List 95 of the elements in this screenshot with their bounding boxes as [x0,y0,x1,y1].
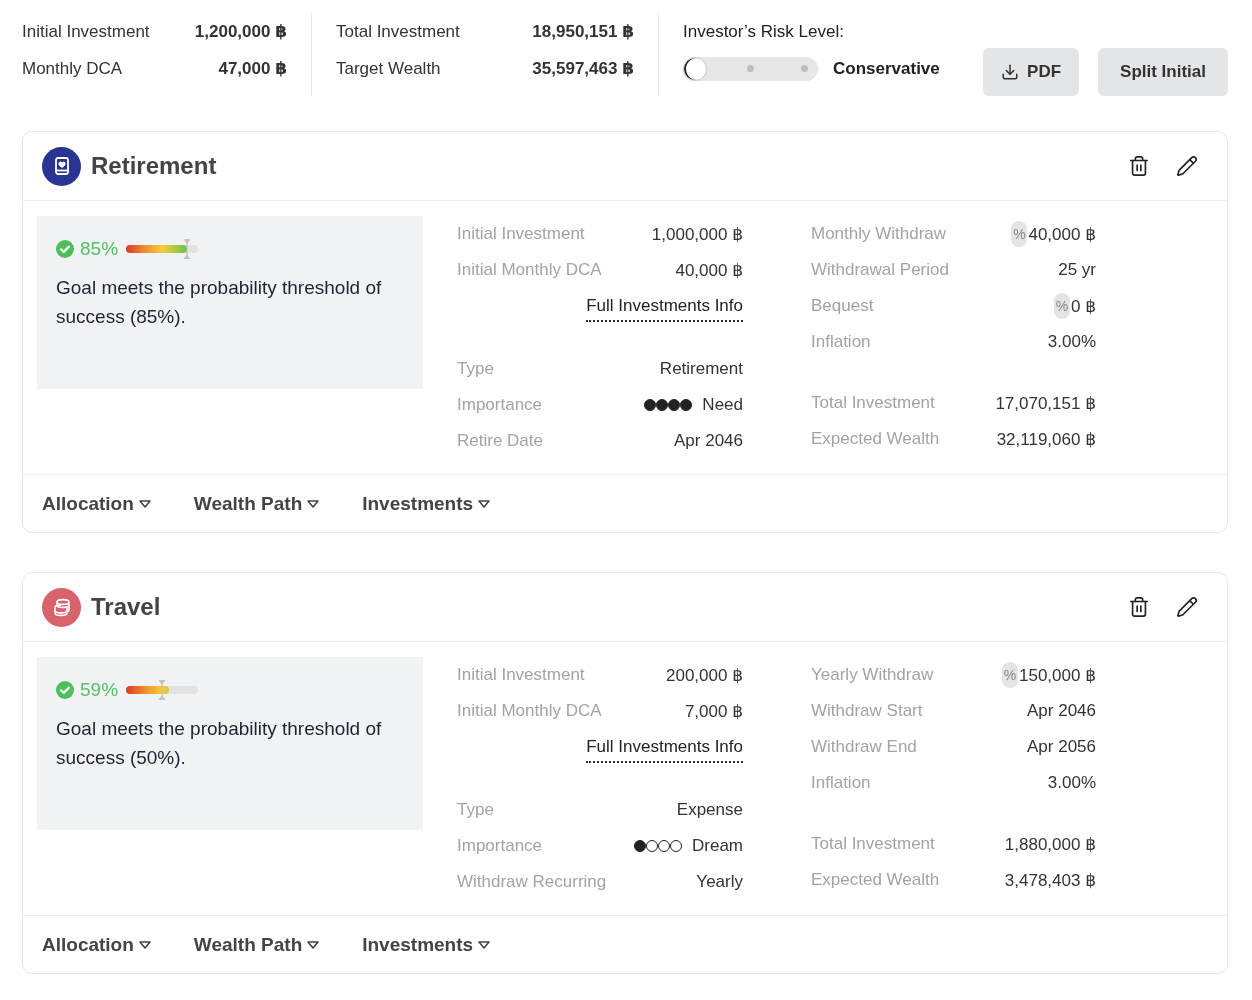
detail-value: 1,000,000 ฿ [651,223,743,245]
detail-value: 3.00% [1047,332,1096,352]
check-icon [56,240,74,258]
detail-label: Yearly Withdraw [811,665,934,685]
action-button[interactable]: Split Initial [1098,48,1228,96]
section-dropdown[interactable]: Wealth Path [193,492,320,515]
detail-label: Total Investment [811,834,935,854]
detail-label: Monthly Withdraw [811,224,947,244]
detail-value: Apr 2056 [1027,737,1096,757]
summary-label: Total Investment [336,21,461,42]
detail-value: 40,000 ฿ [1028,223,1096,245]
detail-label: Withdraw Start [811,701,923,721]
detail-value: 25 yr [1058,260,1096,280]
detail-label: Initial Monthly DCA [457,260,602,280]
caret-icon [478,940,491,949]
detail-label: Retire Date [457,431,543,451]
detail-value: 32,119,060 ฿ [996,428,1096,450]
probability-value: 59% [80,679,119,701]
summary-label: Initial Investment [22,21,151,42]
detail-label: Withdraw End [811,737,917,757]
download-icon [1001,63,1020,81]
download-button[interactable]: PDF [983,48,1080,96]
trash-icon[interactable] [1128,596,1150,618]
caret-icon [307,499,320,508]
detail-value: Expense [676,800,743,820]
caret-icon [307,940,320,949]
detail-label: Importance [457,836,543,856]
detail-value: Apr 2046 [1027,701,1096,721]
slider-step-dot [746,65,754,72]
detail-label: Expected Wealth [811,870,940,890]
goal-title: Travel [91,593,161,621]
summary-value: 1,200,000 ฿ [194,21,287,42]
pencil-icon[interactable] [1176,155,1198,177]
caret-icon [138,940,151,949]
detail-label: Importance [457,395,543,415]
detail-label: Withdrawal Period [811,260,949,280]
detail-value: 0 ฿ [1071,295,1096,317]
detail-label: Initial Investment [457,665,585,685]
detail-label: Initial Investment [457,224,585,244]
detail-label: Total Investment [811,393,935,413]
importance-dot [668,399,681,411]
section-dropdown[interactable]: Wealth Path [193,933,320,956]
detail-label: Type [457,359,494,379]
section-dropdown[interactable]: Investments [362,492,491,515]
summary-value: 18,950,151 ฿ [532,21,634,42]
detail-label: Inflation [811,773,871,793]
detail-value: 40,000 ฿ [675,259,743,281]
detail-label: Inflation [811,332,871,352]
detail-value: Need [702,395,743,415]
detail-value: Yearly [696,872,743,892]
detail-label: Type [457,800,494,820]
importance-dot [680,399,693,411]
full-info-link[interactable]: Full Investments Info [586,737,743,763]
status-message: Goal meets the probability threshold of success (50%). [56,717,383,770]
importance-dot [656,399,669,411]
risk-slider[interactable] [683,56,818,81]
risk-label: Investor’s Risk Level: [683,20,844,43]
detail-label: Bequest [811,296,874,316]
detail-value: 150,000 ฿ [1019,664,1096,686]
detail-value: Retirement [659,359,743,379]
detail-label: Initial Monthly DCA [457,701,602,721]
detail-value: 1,880,000 ฿ [1004,833,1096,855]
importance-dot [634,840,646,852]
importance-dot [658,840,670,852]
detail-value: 7,000 ฿ [684,700,743,722]
probability-value: 85% [80,238,119,260]
section-dropdown[interactable]: Allocation [42,933,151,956]
goal-title: Retirement [91,152,217,180]
section-dropdown[interactable]: Investments [362,933,491,956]
detail-value: 17,070,151 ฿ [995,392,1096,414]
detail-value: Apr 2046 [674,431,743,451]
pencil-icon[interactable] [1176,596,1198,618]
detail-label: Withdraw Recurring [457,872,607,892]
detail-value: 3,478,403 ฿ [1004,869,1096,891]
detail-value: 3.00% [1047,773,1096,793]
importance-dot [644,399,657,411]
risk-value: Conservative [833,58,940,79]
status-message: Goal meets the probability threshold of success (85%). [56,276,383,329]
full-info-link[interactable]: Full Investments Info [586,296,743,322]
summary-value: 35,597,463 ฿ [532,58,634,79]
detail-value: Dream [692,836,743,856]
detail-value: 200,000 ฿ [666,664,743,686]
section-dropdown[interactable]: Allocation [42,492,151,515]
slider-step-dot [801,65,808,72]
importance-dot [646,840,658,852]
slider-thumb[interactable] [683,56,707,81]
trash-icon[interactable] [1128,155,1150,177]
summary-label: Target Wealth [336,58,442,79]
check-icon [56,681,74,699]
detail-label: Expected Wealth [811,429,940,449]
summary-value: 47,000 ฿ [218,58,287,79]
caret-icon [478,499,491,508]
importance-dot [670,840,682,852]
summary-label: Monthly DCA [22,58,124,79]
caret-icon [138,499,151,508]
